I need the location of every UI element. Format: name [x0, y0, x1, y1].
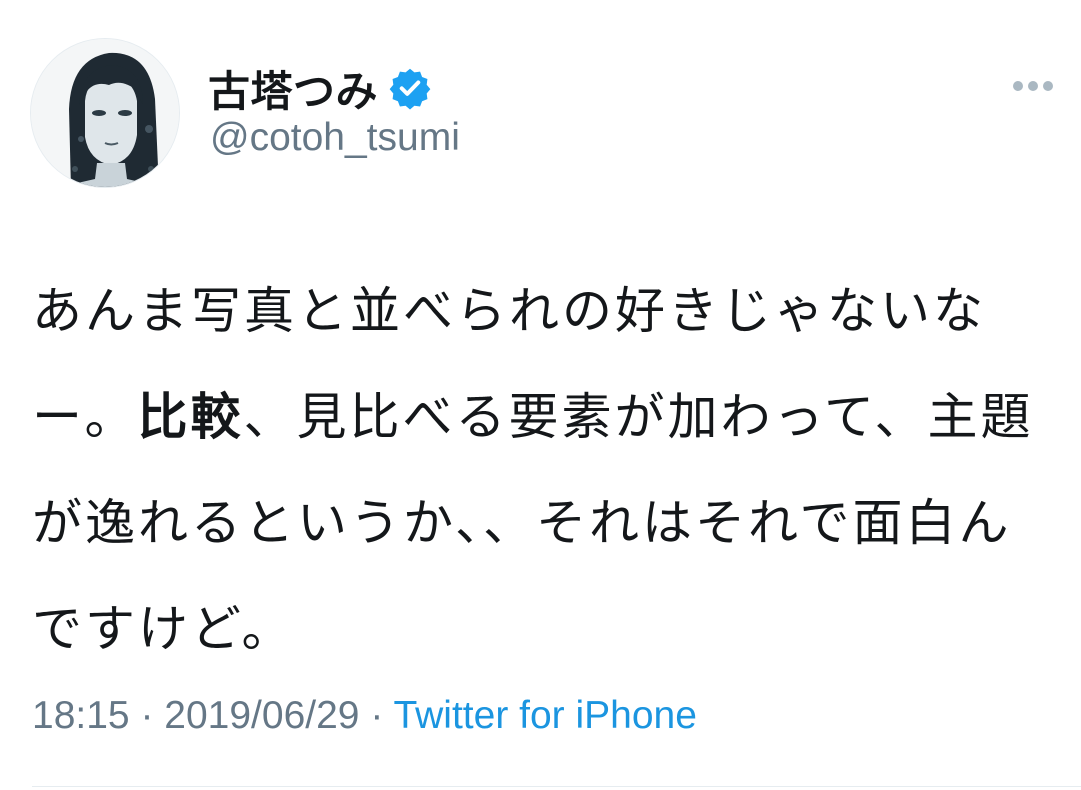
- tweet-card: 古塔つみ @cotoh_tsumi あんま写真と並べられの好きじゃないなー。比較…: [0, 0, 1081, 790]
- meta-separator: ·: [129, 694, 165, 737]
- author-name-row: 古塔つみ: [208, 60, 432, 116]
- more-options-icon[interactable]: [1008, 76, 1058, 96]
- divider: [32, 786, 1081, 787]
- avatar-illustration: [31, 39, 179, 187]
- meta-separator: ·: [359, 694, 394, 737]
- author-handle[interactable]: @cotoh_tsumi: [210, 116, 460, 160]
- verified-badge-icon: [388, 66, 432, 110]
- tweet-time[interactable]: 18:15: [32, 694, 130, 737]
- tweet-metadata: 18:15 · 2019/06/29 · Twitter for iPhone: [32, 694, 697, 738]
- author-avatar[interactable]: [30, 38, 180, 188]
- tweet-date[interactable]: 2019/06/29: [164, 694, 359, 737]
- tweet-text-strong: 比較: [137, 388, 244, 446]
- author-display-name[interactable]: 古塔つみ: [208, 58, 378, 119]
- tweet-text: あんま写真と並べられの好きじゃないなー。比較、見比べる要素が加わって、主題が逸れ…: [32, 258, 1042, 682]
- tweet-source-link[interactable]: Twitter for iPhone: [393, 694, 696, 737]
